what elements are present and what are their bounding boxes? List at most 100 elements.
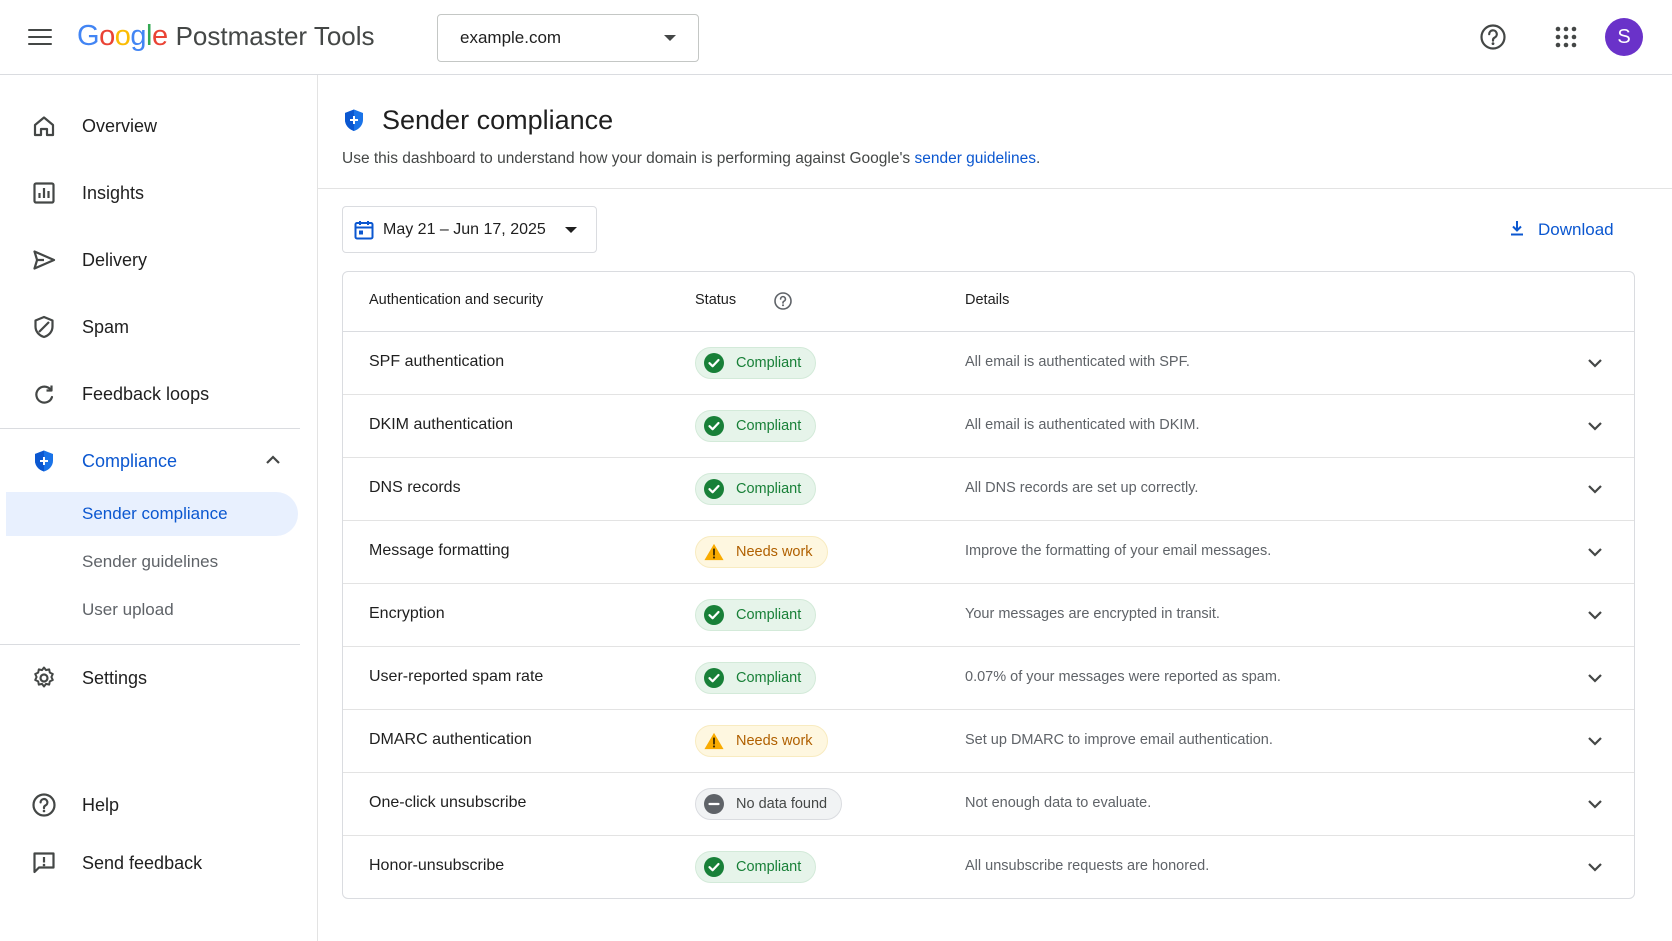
chevron-down-icon[interactable] <box>1586 482 1604 501</box>
date-range-label: May 21 – Jun 17, 2025 <box>383 220 546 238</box>
table-row[interactable]: DNS records Compliant All DNS records are … <box>343 458 1634 521</box>
status-chip: Compliant <box>695 473 817 505</box>
row-details: Improve the formatting of your email mes… <box>965 543 1272 559</box>
chevron-down-icon[interactable] <box>1586 671 1604 690</box>
sidebar-item-label: Settings <box>82 667 148 688</box>
sidebar-item-overview[interactable]: Overview <box>0 98 300 154</box>
home-icon <box>30 112 58 140</box>
status-label: Compliant <box>736 670 802 686</box>
sidebar-item-spam[interactable]: Spam <box>0 299 300 355</box>
sidebar-item-label: Send feedback <box>82 852 203 873</box>
domain-select[interactable]: example.com <box>437 14 699 62</box>
sidebar-subitem-sender-compliance[interactable]: Sender compliance <box>6 492 298 536</box>
sidebar-item-help[interactable]: Help <box>0 777 300 833</box>
chevron-up-icon[interactable] <box>264 453 282 472</box>
sidebar-item-compliance[interactable]: Compliance <box>0 433 300 489</box>
status-chip: Compliant <box>695 851 817 883</box>
check-circle-icon <box>704 479 724 499</box>
minus-circle-icon <box>704 794 724 814</box>
status-chip: Compliant <box>695 599 817 631</box>
row-name: DNS records <box>369 479 461 496</box>
table-row[interactable]: SPF authentication Compliant All email is … <box>343 332 1634 395</box>
table-row[interactable]: Honor-unsubscribe Compliant All unsubscrib… <box>343 836 1634 898</box>
chevron-down-icon[interactable] <box>1586 608 1604 627</box>
account-avatar[interactable]: S <box>1605 18 1643 56</box>
chevron-down-icon[interactable] <box>1586 734 1604 753</box>
sidebar-subitem-label: Sender compliance <box>82 504 228 523</box>
warning-icon <box>704 731 724 751</box>
sidebar-item-label: Feedback loops <box>82 383 210 404</box>
page-description: Use this dashboard to understand how you… <box>342 150 1040 168</box>
download-label: Download <box>1538 220 1614 239</box>
help-icon <box>30 791 58 819</box>
domain-select-value: example.com <box>460 28 562 47</box>
table-row[interactable]: Message formatting Needs work Improve the … <box>343 521 1634 584</box>
status-help-icon[interactable] <box>773 291 793 316</box>
row-name: One-click unsubscribe <box>369 794 527 811</box>
status-label: Compliant <box>736 481 802 497</box>
status-chip: No data found <box>695 788 843 820</box>
sidebar-item-send-feedback[interactable]: Send feedback <box>0 835 300 891</box>
sidebar-item-label: Spam <box>82 316 130 337</box>
row-name: Encryption <box>369 605 445 622</box>
chevron-down-icon[interactable] <box>1586 797 1604 816</box>
page-description-text: Use this dashboard to understand how you… <box>342 150 915 167</box>
avatar-initial: S <box>1617 25 1631 48</box>
row-details: 0.07% of your messages were reported as … <box>965 669 1281 685</box>
row-details: All DNS records are set up correctly. <box>965 480 1199 496</box>
sidebar-subitem-sender-guidelines[interactable]: Sender guidelines <box>6 540 298 584</box>
send-icon <box>30 246 58 274</box>
loop-icon <box>30 380 58 408</box>
apps-grid-icon[interactable] <box>1549 20 1583 54</box>
download-button[interactable]: Download <box>1508 215 1614 245</box>
check-circle-icon <box>704 605 724 625</box>
sidebar-item-label: Help <box>82 794 120 815</box>
help-icon[interactable] <box>1476 20 1510 54</box>
status-label: Compliant <box>736 859 802 875</box>
table-row[interactable]: User-reported spam rate Compliant 0.07% of… <box>343 647 1634 710</box>
sidebar-subitem-user-upload[interactable]: User upload <box>6 588 298 632</box>
chevron-down-icon[interactable] <box>1586 860 1604 879</box>
gear-icon <box>30 664 58 692</box>
sidebar-item-label: Delivery <box>82 249 148 270</box>
status-chip: Needs work <box>695 725 828 757</box>
sidebar-subitem-label: User upload <box>82 600 174 619</box>
compliance-table: Authentication and security Status Detai… <box>342 271 1635 899</box>
sidebar-item-settings[interactable]: Settings <box>0 650 300 706</box>
table-row[interactable]: One-click unsubscribe No data found Not en… <box>343 773 1634 836</box>
table-header: Authentication and security Status Detai… <box>343 272 1634 332</box>
app-logo[interactable]: Google Postmaster Tools <box>77 20 375 56</box>
sidebar-nav: Overview Insights Delivery Spam Feedback… <box>0 75 318 941</box>
status-label: Compliant <box>736 355 802 371</box>
sidebar-item-label: Insights <box>82 182 145 203</box>
main-menu-icon[interactable] <box>28 24 58 52</box>
table-row[interactable]: DMARC authentication Needs work Set up DMA… <box>343 710 1634 773</box>
main-content: Sender compliance Use this dashboard to … <box>318 75 1672 941</box>
sidebar-item-feedback-loops[interactable]: Feedback loops <box>0 366 300 422</box>
check-circle-icon <box>704 353 724 373</box>
feedback-icon <box>30 849 58 877</box>
page-title: Sender compliance <box>382 105 614 135</box>
date-range-picker[interactable]: May 21 – Jun 17, 2025 <box>342 206 597 253</box>
sidebar-item-insights[interactable]: Insights <box>0 165 300 221</box>
sidebar-item-label: Overview <box>82 115 158 136</box>
row-name: Honor-unsubscribe <box>369 857 505 874</box>
sidebar-divider <box>0 644 300 645</box>
chevron-down-icon[interactable] <box>1586 545 1604 564</box>
table-row[interactable]: Encryption Compliant Your messages are enc… <box>343 584 1634 647</box>
table-row[interactable]: DKIM authentication Compliant All email is… <box>343 395 1634 458</box>
status-chip: Compliant <box>695 347 817 379</box>
page-description-end: . <box>1036 150 1041 167</box>
status-chip: Compliant <box>695 662 817 694</box>
row-details: All email is authenticated with SPF. <box>965 354 1190 370</box>
sender-guidelines-link[interactable]: sender guidelines <box>914 150 1036 167</box>
sidebar-item-delivery[interactable]: Delivery <box>0 232 300 288</box>
chevron-down-icon[interactable] <box>1586 419 1604 438</box>
column-header-details: Details <box>965 292 1010 308</box>
dropdown-arrow-icon <box>664 35 676 41</box>
chevron-down-icon[interactable] <box>1586 356 1604 375</box>
status-chip: Needs work <box>695 536 828 568</box>
column-header-name: Authentication and security <box>369 292 544 308</box>
shield-icon <box>30 447 58 475</box>
row-name: DKIM authentication <box>369 416 514 433</box>
